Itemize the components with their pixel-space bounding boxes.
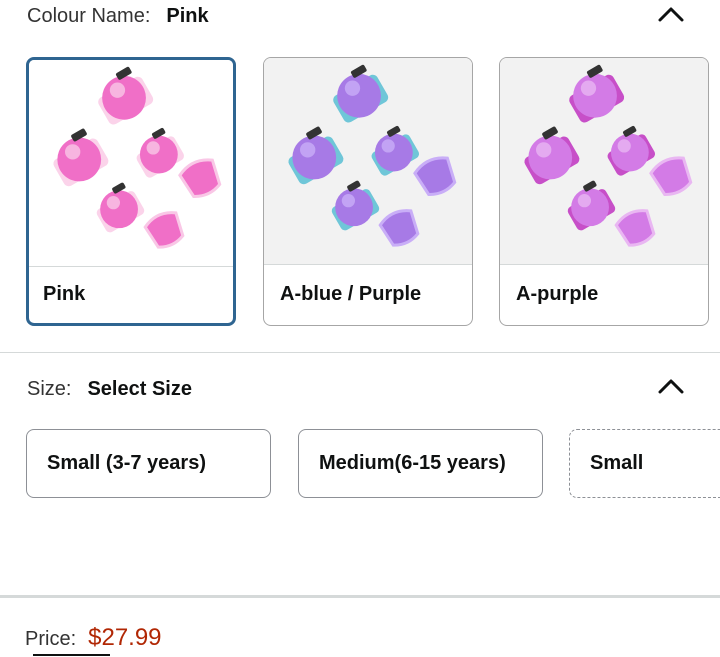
swatch-label: Pink — [43, 283, 86, 305]
chevron-up-icon[interactable] — [656, 374, 686, 398]
knee-pad-icon — [288, 126, 344, 185]
knee-pad-icon — [607, 125, 656, 176]
product-image-a-blue-purple — [264, 58, 472, 265]
knee-pad-icon — [524, 126, 580, 185]
knee-pad-icon — [567, 180, 616, 231]
knee-pad-icon — [96, 182, 145, 233]
wrist-guard-icon — [378, 209, 420, 247]
wrist-guard-icon — [614, 209, 656, 247]
swatch-pink[interactable]: Pink — [26, 57, 236, 326]
knee-pad-icon — [53, 128, 109, 187]
product-image-a-purple — [500, 58, 708, 265]
price-underline — [33, 654, 110, 656]
size-selected-value: Select Size — [87, 378, 192, 400]
size-key-label: Size: — [27, 378, 72, 400]
price-value: $27.99 — [88, 624, 162, 651]
wrist-guard-icon — [143, 211, 185, 249]
colour-selected-value: Pink — [166, 5, 209, 27]
swatch-a-blue-purple[interactable]: A-blue / Purple — [263, 57, 473, 326]
knee-pad-icon — [331, 180, 380, 231]
size-option-label: Small — [590, 452, 644, 474]
swatch-a-purple[interactable]: A-purple — [499, 57, 709, 326]
wrist-guard-icon — [649, 156, 693, 196]
knee-pad-icon — [98, 66, 154, 125]
size-option-small[interactable]: Small — [569, 429, 720, 498]
size-option-small-3-7[interactable]: Small (3-7 years) — [26, 429, 271, 498]
colour-key-label: Colour Name: — [27, 5, 151, 27]
knee-pad-icon — [333, 64, 389, 123]
wrist-guard-icon — [178, 158, 222, 198]
size-option-medium-6-15[interactable]: Medium(6-15 years) — [298, 429, 543, 498]
knee-pad-icon — [136, 127, 185, 178]
knee-pad-icon — [371, 125, 420, 176]
price-divider — [0, 595, 720, 598]
knee-pad-icon — [569, 64, 625, 123]
price-row: Price: $27.99 — [25, 624, 162, 652]
section-divider — [0, 352, 720, 353]
wrist-guard-icon — [413, 156, 457, 196]
size-header: Size: Select Size — [27, 378, 192, 401]
price-key-label: Price: — [25, 628, 77, 650]
size-option-label: Medium(6-15 years) — [319, 452, 506, 474]
colour-header: Colour Name: Pink — [27, 5, 209, 28]
product-image-pink — [29, 60, 233, 267]
swatch-label: A-purple — [516, 283, 599, 305]
size-option-label: Small (3-7 years) — [47, 452, 206, 474]
chevron-up-icon[interactable] — [656, 2, 686, 26]
swatch-label: A-blue / Purple — [280, 283, 422, 305]
